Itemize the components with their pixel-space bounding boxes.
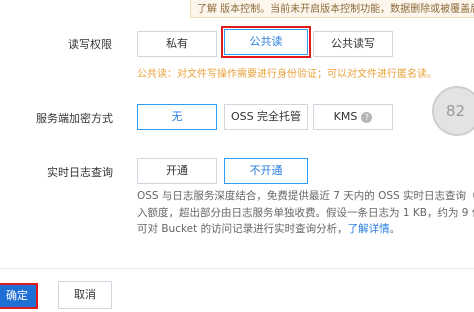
option-public-read[interactable]: 公共读 [221, 26, 311, 58]
option-oss-managed[interactable]: OSS 完全托管 [224, 104, 308, 130]
desc-line-3-end: 。 [389, 223, 401, 235]
realtime-log-description: OSS 与日志服务深度结合，免费提供最近 7 天内的 OSS 实时日志查询（限额… [137, 188, 474, 238]
help-icon[interactable]: ? [361, 111, 373, 123]
option-public-read-write[interactable]: 公共读写 [313, 31, 393, 57]
option-enable-log[interactable]: 开通 [137, 158, 217, 184]
option-private[interactable]: 私有 [137, 31, 217, 57]
desc-line-1: OSS 与日志服务深度结合，免费提供最近 7 天内的 OSS 实时日志查询（限额 [137, 190, 474, 202]
desc-line-2: 入额度，超出部分由日志服务单独收费。假设一条日志为 1 KB，约为 9 亿条) [137, 206, 474, 219]
read-write-permission-label: 读写权限 [68, 38, 112, 51]
confirm-button[interactable]: 确定 [0, 283, 38, 309]
desc-line-3: 可对 Bucket 的访问记录进行实时查询分析，了解详情。 [137, 221, 474, 238]
option-kms-label: KMS [333, 110, 358, 123]
realtime-log-label: 实时日志查询 [47, 166, 113, 179]
floating-score-widget[interactable]: 82 [432, 86, 474, 136]
footer-divider [0, 268, 474, 269]
desc-line-3-text: 可对 Bucket 的访问记录进行实时查询分析， [137, 223, 348, 235]
public-read-hint: 公共读：对文件写操作需要进行身份验证；可以对文件进行匿名读。 [137, 69, 437, 80]
learn-more-link[interactable]: 了解详情 [348, 223, 390, 235]
option-disable-log[interactable]: 不开通 [224, 158, 308, 184]
server-encryption-label: 服务端加密方式 [36, 112, 113, 125]
cancel-button[interactable]: 取消 [58, 281, 112, 309]
version-control-notice: 了解 版本控制。当前未开启版本控制功能，数据删除或被覆盖后将无法找回 [190, 0, 474, 18]
option-kms[interactable]: KMS? [313, 104, 393, 130]
option-encryption-none[interactable]: 无 [137, 104, 217, 130]
